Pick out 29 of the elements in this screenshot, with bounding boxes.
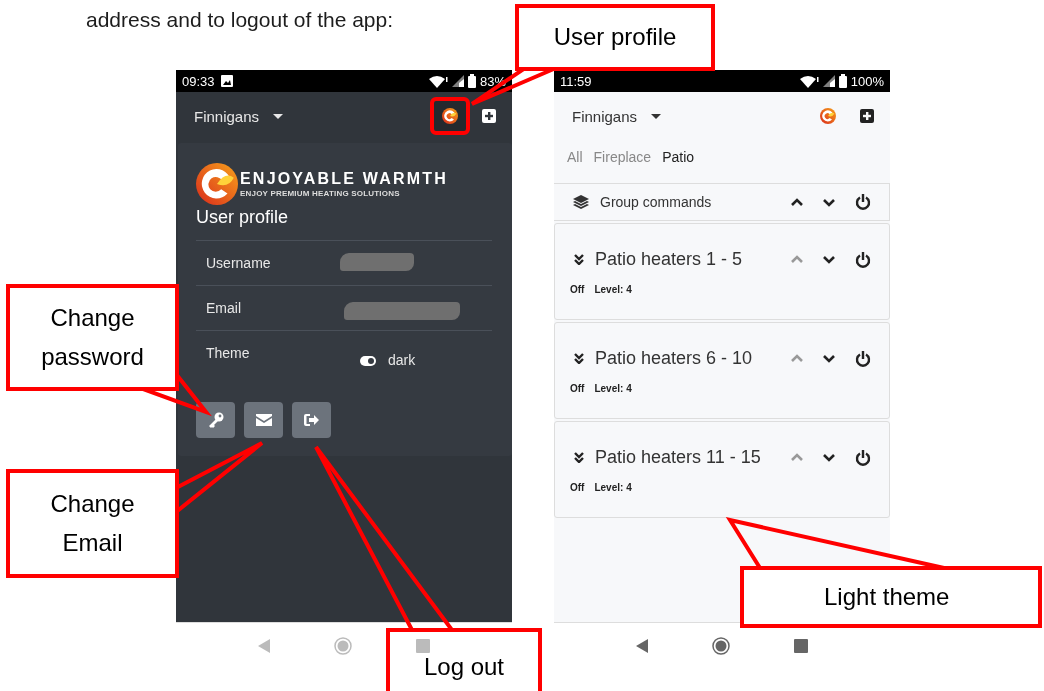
intro-text: address and to logout of the app:: [86, 8, 394, 32]
tab[interactable]: Patio: [662, 149, 695, 165]
account-dropdown[interactable]: Finnigans: [572, 107, 662, 125]
status-time: 11:59: [560, 73, 592, 89]
level-text: Level: 4: [594, 284, 632, 295]
power-state: Off: [570, 383, 585, 394]
power-state: Off: [570, 284, 585, 295]
battery-level: 100%: [850, 73, 884, 89]
callout: User profile: [515, 4, 715, 71]
callout: Change Email: [6, 469, 179, 578]
power-state: Off: [570, 482, 585, 493]
level-text: Level: 4: [594, 383, 632, 394]
callout: Log out: [386, 628, 542, 691]
group-commands-label: Group commands: [600, 194, 713, 210]
field-label: Email: [206, 300, 242, 316]
callout: Change password: [6, 284, 179, 391]
status-time: 09:33: [182, 73, 215, 89]
brand-name: ENJOYABLE WARMTH: [240, 170, 448, 188]
account-dropdown[interactable]: Finnigans: [194, 107, 284, 125]
callout: Light theme: [740, 566, 1042, 628]
group-name: Patio heaters 11 - 15: [595, 447, 762, 468]
level-text: Level: 4: [594, 482, 632, 493]
field-label: Theme: [206, 345, 251, 361]
field-label: Username: [206, 255, 272, 271]
brand-tagline: ENJOY PREMIUM HEATING SOLUTIONS: [240, 189, 401, 198]
profile-title: User profile: [196, 207, 290, 228]
group-name: Patio heaters 1 - 5: [595, 249, 744, 270]
switch-label: dark: [388, 352, 416, 368]
group-name: Patio heaters 6 - 10: [595, 348, 754, 369]
